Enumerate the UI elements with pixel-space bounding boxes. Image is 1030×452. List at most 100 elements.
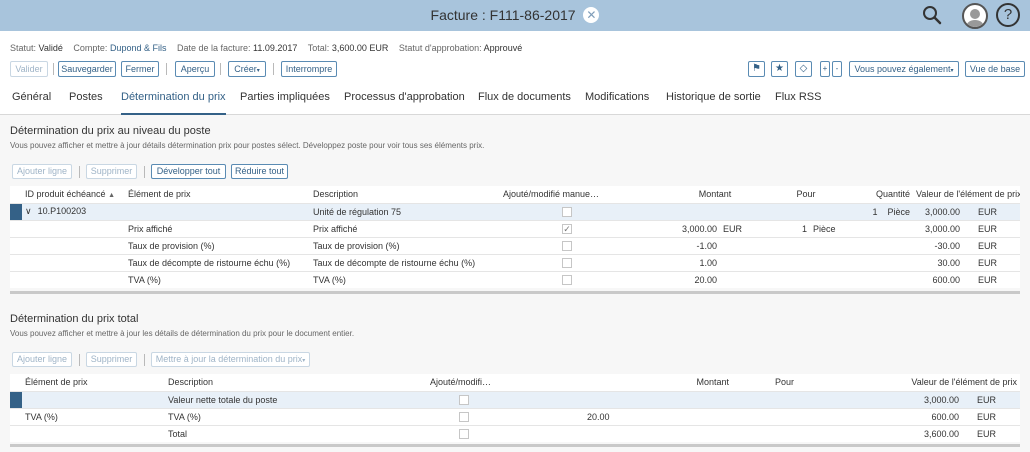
column-header-quantite[interactable]: Quantité [852, 186, 914, 203]
tab-modifications[interactable]: Modifications [585, 89, 649, 115]
cell-id [22, 270, 125, 288]
column-header-id[interactable]: ID produit échéancé ▲ [22, 186, 125, 203]
plus-icon[interactable]: + [820, 61, 830, 77]
object-header: Statut: Validé Compte: Dupond & Fils Dat… [0, 31, 1030, 115]
tab-parties-impliquees[interactable]: Parties impliquées [240, 89, 330, 115]
column-header-pour[interactable]: Pour [732, 374, 802, 391]
ajouter-ligne-button[interactable]: Ajouter ligne [12, 352, 72, 367]
compte-link[interactable]: Dupond & Fils [110, 43, 167, 53]
column-header-montant[interactable]: Montant [567, 374, 732, 391]
supprimer-button[interactable]: Supprimer [86, 164, 137, 179]
ajouter-ligne-button[interactable]: Ajouter ligne [12, 164, 72, 179]
cell-valeur-currency: EUR [963, 202, 1021, 220]
vous-pouvez-egalement-button[interactable]: Vous pouvez également▾ [849, 61, 959, 77]
tag-icon[interactable]: ◇ [795, 61, 812, 77]
row-selector[interactable] [10, 236, 22, 254]
cell-montant [567, 424, 732, 442]
column-header-valeur[interactable]: Valeur de l'élément de prix [802, 374, 1021, 391]
column-header-element[interactable]: Élément de prix [125, 186, 310, 203]
cell-pour [732, 424, 802, 442]
table-row[interactable]: Total 3,600.00 EUR [10, 424, 1021, 442]
row-selector[interactable] [10, 270, 22, 288]
star-icon[interactable]: ★ [771, 61, 788, 77]
cell-description: TVA (%) [165, 407, 427, 425]
search-icon[interactable] [921, 4, 943, 29]
manual-checkbox[interactable] [459, 394, 469, 405]
table-row[interactable]: Taux de décompte de ristourne échu (%) T… [10, 253, 1021, 271]
cell-quantite [852, 270, 914, 288]
cell-montant: 20.00 [670, 270, 720, 288]
flag-icon[interactable]: ⚑ [748, 61, 765, 77]
reduire-tout-button[interactable]: Réduire tout [231, 164, 288, 179]
column-header-valeur[interactable]: Valeur de l'élément de prix [913, 186, 1021, 203]
table-row[interactable]: Taux de provision (%) Taux de provision … [10, 236, 1021, 254]
column-header-pour[interactable]: Pour [760, 186, 853, 203]
cell-valeur: 3,000.00 [802, 390, 962, 408]
column-header-description[interactable]: Description [165, 374, 427, 391]
supprimer-button[interactable]: Supprimer [86, 352, 137, 367]
tab-historique-de-sortie[interactable]: Historique de sortie [666, 89, 761, 115]
minus-icon[interactable]: - [832, 61, 842, 77]
manual-checkbox[interactable] [562, 240, 572, 251]
mettre-a-jour-button[interactable]: Mettre à jour la détermination du prix▾ [151, 352, 310, 367]
column-header-element[interactable]: Élément de prix [22, 374, 165, 391]
row-selector[interactable] [10, 219, 22, 237]
vue-de-base-button[interactable]: Vue de base [965, 61, 1025, 77]
table-row[interactable]: Valeur nette totale du poste 3,000.00 EU… [10, 390, 1021, 408]
tab-flux-de-documents[interactable]: Flux de documents [478, 89, 571, 115]
tab-determination-du-prix[interactable]: Détermination du prix [121, 89, 226, 115]
selection-header [10, 186, 22, 203]
cell-pour [732, 407, 802, 425]
table-row[interactable]: TVA (%) TVA (%) 20.00 600.00 EUR [10, 407, 1021, 425]
cell-pour-unit [810, 236, 853, 254]
row-selector[interactable] [10, 390, 22, 408]
window-title-text: Facture : F111-86-2017 [430, 7, 576, 23]
cell-description: Unité de régulation 75 [310, 202, 500, 220]
window-title: Facture : F111-86-2017 ✕ [0, 7, 1030, 23]
cell-devise [720, 253, 760, 271]
selection-header [10, 374, 22, 391]
help-icon[interactable]: ? [996, 3, 1020, 27]
row-selector[interactable] [10, 407, 22, 425]
expand-icon[interactable]: ∨ [25, 206, 32, 216]
row-selector[interactable] [10, 253, 22, 271]
fermer-button[interactable]: Fermer [121, 61, 159, 77]
valider-button[interactable]: Valider [10, 61, 48, 77]
approbation-value: Approuvé [483, 43, 523, 53]
creer-button[interactable]: Créer▾ [228, 61, 266, 77]
tab-postes[interactable]: Postes [69, 89, 103, 115]
column-header-description[interactable]: Description [310, 186, 500, 203]
table-row[interactable]: TVA (%) TVA (%) 20.00 600.00 EUR [10, 270, 1021, 288]
approbation-label: Statut d'approbation: [398, 43, 482, 53]
developper-tout-button[interactable]: Développer tout [151, 164, 226, 179]
table-row[interactable]: ∨ 10.P100203 Unité de régulation 75 1 Pièc… [10, 202, 1021, 220]
toolbar-separator [166, 63, 167, 75]
sauvegarder-button[interactable]: Sauvegarder [58, 61, 116, 77]
tab-flux-rss[interactable]: Flux RSS [775, 89, 821, 115]
cell-id: 10.P100203 [37, 206, 87, 216]
row-selector[interactable] [10, 202, 22, 220]
apercu-button[interactable]: Aperçu [175, 61, 215, 77]
avatar[interactable] [962, 3, 988, 29]
tab-general[interactable]: Général [12, 89, 51, 115]
close-icon[interactable]: ✕ [583, 7, 600, 23]
manual-checkbox[interactable] [562, 206, 572, 217]
tab-processus-approbation[interactable]: Processus d'approbation [344, 89, 465, 115]
manual-checkbox[interactable] [562, 257, 572, 268]
cell-description: Taux de décompte de ristourne échu (%) [310, 253, 500, 271]
manual-checkbox[interactable] [459, 429, 469, 440]
column-header-montant[interactable]: Montant [670, 186, 760, 203]
cell-montant [670, 202, 720, 220]
statut-label: Statut: [10, 43, 37, 53]
table-row[interactable]: Prix affiché Prix affiché ✓ 3,000.00 EUR… [10, 219, 1021, 237]
statut-value: Validé [38, 43, 63, 53]
manual-checkbox[interactable] [562, 275, 572, 286]
row-selector[interactable] [10, 424, 22, 442]
interrompre-button[interactable]: Interrompre [281, 61, 337, 77]
toolbar-separator [79, 354, 80, 366]
manual-checkbox[interactable] [459, 411, 469, 422]
manual-checkbox[interactable]: ✓ [562, 223, 572, 234]
cell-id [22, 236, 125, 254]
column-header-ajoute[interactable]: Ajouté/modifi… [427, 374, 567, 391]
column-header-ajoute[interactable]: Ajouté/modifié manue… [500, 186, 670, 203]
